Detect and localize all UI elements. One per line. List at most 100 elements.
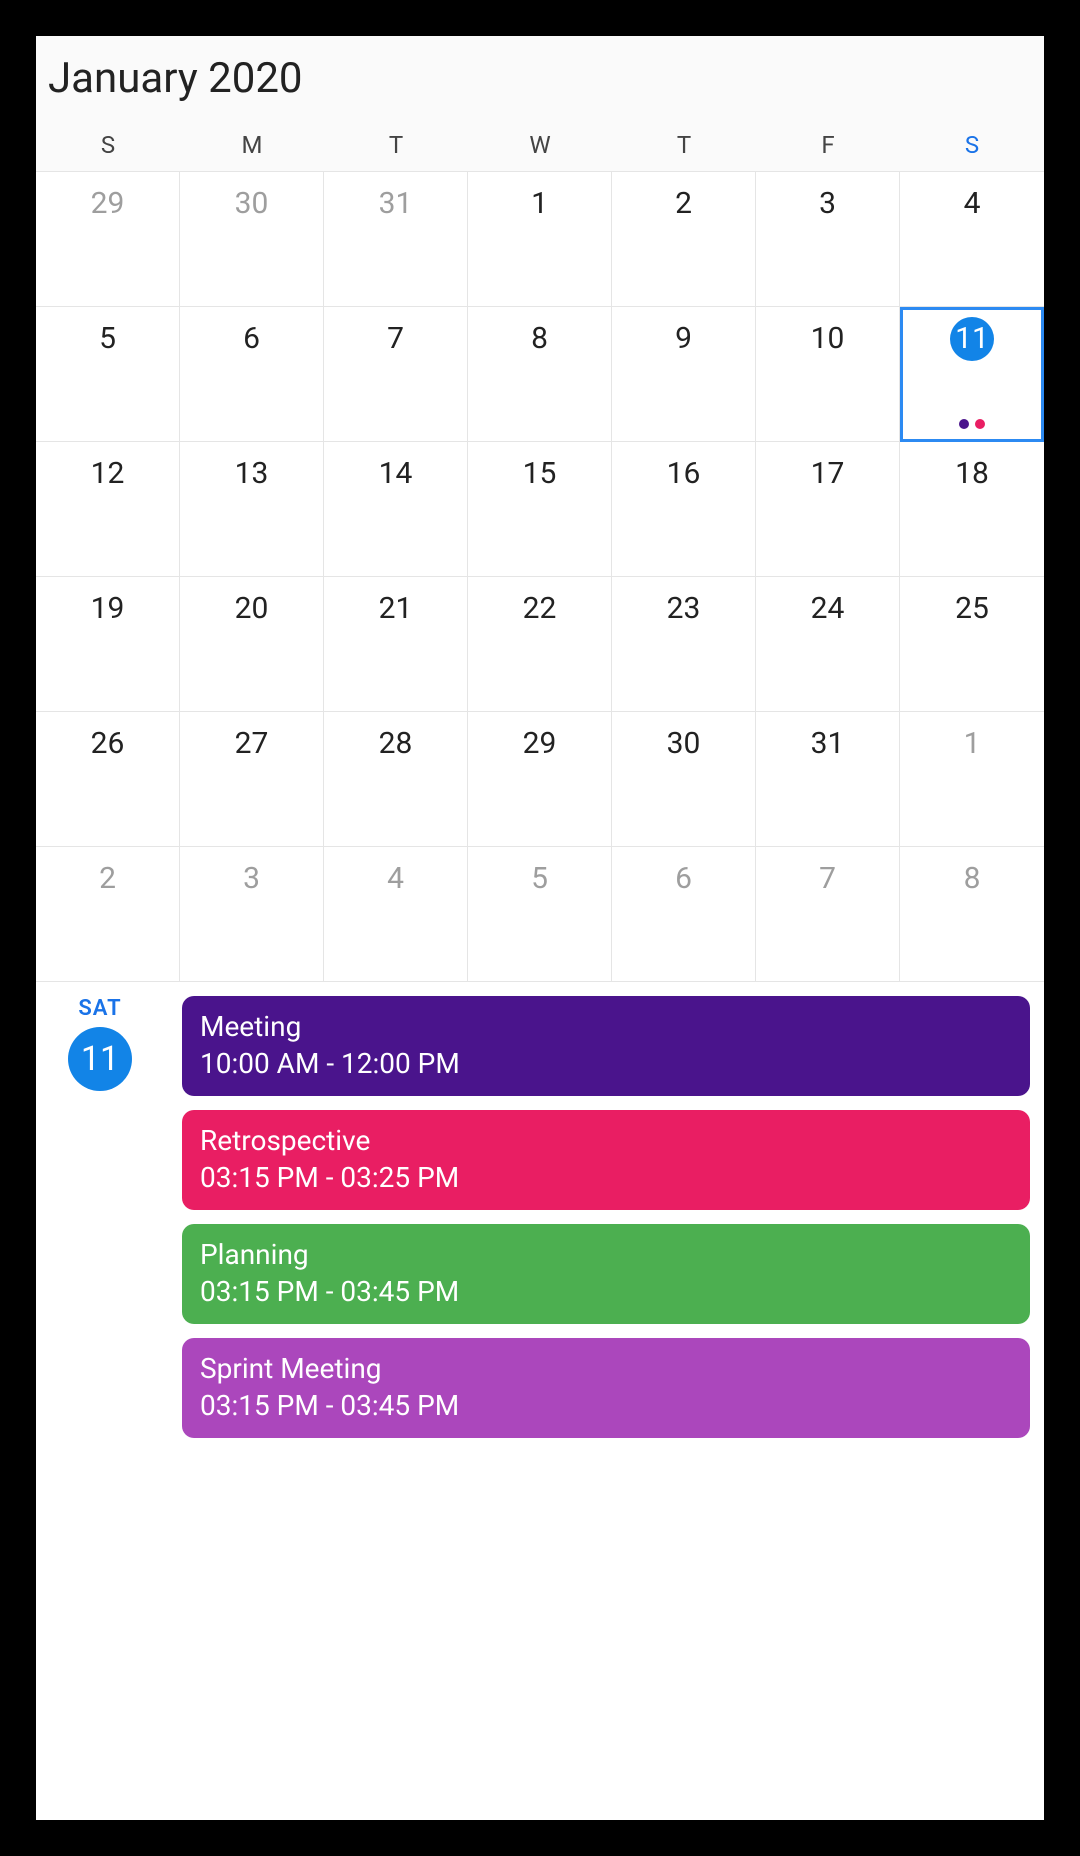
day-cell[interactable]: 20 <box>180 577 324 712</box>
day-cell[interactable]: 22 <box>468 577 612 712</box>
event-dots <box>900 419 1044 429</box>
event-title: Meeting <box>200 1010 1012 1043</box>
day-cell[interactable]: 5 <box>36 307 180 442</box>
agenda-panel: SAT 11 Meeting 10:00 AM - 12:00 PM Retrosp… <box>36 982 1044 1820</box>
calendar-app: January 2020 SMTWTFS 2930311234567891011… <box>36 36 1044 1820</box>
day-cell[interactable]: 29 <box>468 712 612 847</box>
day-of-week-row: SMTWTFS <box>36 113 1044 171</box>
day-number: 9 <box>662 317 706 361</box>
day-cell[interactable]: 1 <box>468 172 612 307</box>
day-cell[interactable]: 23 <box>612 577 756 712</box>
day-cell[interactable]: 10 <box>756 307 900 442</box>
day-cell[interactable]: 4 <box>900 172 1044 307</box>
day-number: 2 <box>86 857 130 901</box>
event-card[interactable]: Meeting 10:00 AM - 12:00 PM <box>182 996 1030 1096</box>
day-number: 5 <box>86 317 130 361</box>
day-cell[interactable]: 7 <box>756 847 900 982</box>
event-card[interactable]: Retrospective 03:15 PM - 03:25 PM <box>182 1110 1030 1210</box>
day-number: 29 <box>86 182 130 226</box>
day-number: 26 <box>86 722 130 766</box>
day-cell[interactable]: 19 <box>36 577 180 712</box>
day-number: 28 <box>374 722 418 766</box>
day-cell[interactable]: 8 <box>468 307 612 442</box>
day-cell[interactable]: 28 <box>324 712 468 847</box>
day-number: 21 <box>374 587 418 631</box>
day-cell[interactable]: 7 <box>324 307 468 442</box>
day-cell[interactable]: 5 <box>468 847 612 982</box>
day-cell[interactable]: 15 <box>468 442 612 577</box>
event-time: 10:00 AM - 12:00 PM <box>200 1047 1012 1080</box>
day-number: 16 <box>662 452 706 496</box>
day-cell[interactable]: 25 <box>900 577 1044 712</box>
day-number: 6 <box>230 317 274 361</box>
month-grid: 2930311234567891011121314151617181920212… <box>36 171 1044 982</box>
event-title: Sprint Meeting <box>200 1352 1012 1385</box>
day-number: 5 <box>518 857 562 901</box>
event-title: Planning <box>200 1238 1012 1271</box>
day-cell[interactable]: 11 <box>900 307 1044 442</box>
day-cell[interactable]: 3 <box>180 847 324 982</box>
day-number: 4 <box>950 182 994 226</box>
day-cell[interactable]: 2 <box>612 172 756 307</box>
dow-label: S <box>36 131 180 159</box>
day-cell[interactable]: 12 <box>36 442 180 577</box>
day-number: 31 <box>806 722 850 766</box>
day-cell[interactable]: 30 <box>180 172 324 307</box>
day-number: 7 <box>374 317 418 361</box>
day-number: 23 <box>662 587 706 631</box>
day-number: 19 <box>86 587 130 631</box>
day-number: 3 <box>806 182 850 226</box>
event-card[interactable]: Planning 03:15 PM - 03:45 PM <box>182 1224 1030 1324</box>
agenda-day-circle: 11 <box>68 1027 132 1091</box>
day-cell[interactable]: 3 <box>756 172 900 307</box>
event-time: 03:15 PM - 03:45 PM <box>200 1275 1012 1308</box>
day-number: 4 <box>374 857 418 901</box>
day-number: 1 <box>518 182 562 226</box>
day-number: 12 <box>86 452 130 496</box>
event-dot-icon <box>959 419 969 429</box>
event-card[interactable]: Sprint Meeting 03:15 PM - 03:45 PM <box>182 1338 1030 1438</box>
agenda-events: Meeting 10:00 AM - 12:00 PM Retrospective 0… <box>182 996 1030 1806</box>
event-time: 03:15 PM - 03:25 PM <box>200 1161 1012 1194</box>
day-cell[interactable]: 6 <box>180 307 324 442</box>
day-number: 11 <box>950 317 994 361</box>
day-cell[interactable]: 1 <box>900 712 1044 847</box>
day-number: 2 <box>662 182 706 226</box>
day-cell[interactable]: 31 <box>324 172 468 307</box>
day-cell[interactable]: 8 <box>900 847 1044 982</box>
day-cell[interactable]: 31 <box>756 712 900 847</box>
day-number: 24 <box>806 587 850 631</box>
day-number: 6 <box>662 857 706 901</box>
day-number: 8 <box>518 317 562 361</box>
day-cell[interactable]: 6 <box>612 847 756 982</box>
dow-label: T <box>612 131 756 159</box>
day-cell[interactable]: 24 <box>756 577 900 712</box>
day-cell[interactable]: 4 <box>324 847 468 982</box>
day-number: 30 <box>230 182 274 226</box>
day-number: 1 <box>950 722 994 766</box>
day-cell[interactable]: 14 <box>324 442 468 577</box>
dow-label: S <box>900 131 1044 159</box>
day-cell[interactable]: 13 <box>180 442 324 577</box>
day-cell[interactable]: 27 <box>180 712 324 847</box>
day-cell[interactable]: 21 <box>324 577 468 712</box>
day-cell[interactable]: 9 <box>612 307 756 442</box>
day-cell[interactable]: 2 <box>36 847 180 982</box>
dow-label: W <box>468 131 612 159</box>
day-number: 10 <box>806 317 850 361</box>
day-number: 3 <box>230 857 274 901</box>
day-number: 17 <box>806 452 850 496</box>
event-title: Retrospective <box>200 1124 1012 1157</box>
dow-label: T <box>324 131 468 159</box>
day-cell[interactable]: 17 <box>756 442 900 577</box>
day-cell[interactable]: 26 <box>36 712 180 847</box>
day-cell[interactable]: 29 <box>36 172 180 307</box>
day-cell[interactable]: 18 <box>900 442 1044 577</box>
month-title: January 2020 <box>48 54 1032 103</box>
day-number: 14 <box>374 452 418 496</box>
event-dot-icon <box>975 419 985 429</box>
day-cell[interactable]: 30 <box>612 712 756 847</box>
event-time: 03:15 PM - 03:45 PM <box>200 1389 1012 1422</box>
agenda-date: SAT 11 <box>36 996 164 1806</box>
day-cell[interactable]: 16 <box>612 442 756 577</box>
